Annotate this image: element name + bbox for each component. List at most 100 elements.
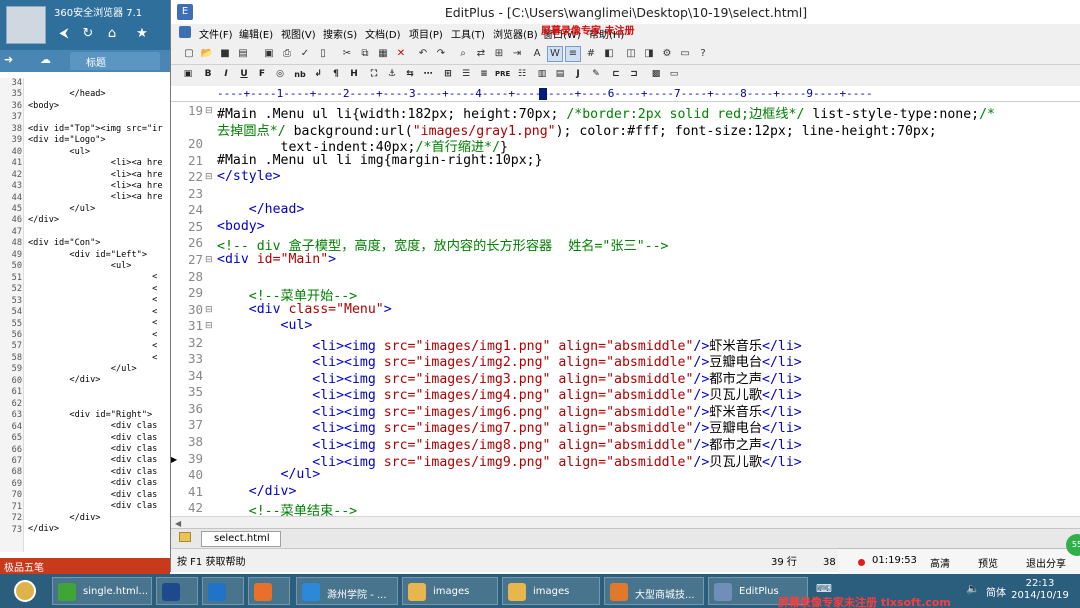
- spellcheck-icon[interactable]: ✓: [297, 46, 313, 62]
- hr-icon[interactable]: ⋯: [421, 68, 435, 82]
- code-line[interactable]: <div id="Main">: [217, 252, 336, 267]
- tools-icon[interactable]: ⚙: [659, 46, 675, 62]
- nbsp-icon[interactable]: nb: [293, 68, 307, 82]
- scroll-left-icon[interactable]: ◀: [175, 519, 181, 528]
- menu-item[interactable]: 编辑(E): [239, 26, 273, 41]
- find-icon[interactable]: ⌕: [455, 46, 471, 62]
- align-center-icon[interactable]: ☰: [459, 68, 473, 82]
- html-editor-icon[interactable]: ▣: [181, 68, 195, 82]
- word-wrap-icon[interactable]: W: [547, 46, 563, 62]
- align-left-icon[interactable]: ≡: [477, 68, 491, 82]
- code-line[interactable]: </style>: [217, 169, 281, 184]
- new-file-icon[interactable]: ▢: [181, 46, 197, 62]
- ruler-toggle-icon[interactable]: ≡: [565, 46, 581, 62]
- code-line[interactable]: </head>: [217, 202, 305, 217]
- paste-icon[interactable]: ▦: [375, 46, 391, 62]
- browser-tab[interactable]: [70, 52, 160, 70]
- css-icon[interactable]: ✎: [589, 68, 603, 82]
- div-icon[interactable]: ▥: [535, 68, 549, 82]
- taskbar-button[interactable]: single.html...: [52, 577, 152, 605]
- color-icon[interactable]: ◎: [273, 68, 287, 82]
- form-icon[interactable]: ⊐: [627, 68, 641, 82]
- font-icon[interactable]: A: [529, 46, 545, 62]
- favorite-star-icon[interactable]: ★: [134, 26, 150, 41]
- window-list-icon[interactable]: ▭: [677, 46, 693, 62]
- hd-button[interactable]: 高清: [930, 555, 950, 570]
- comment-icon[interactable]: ⇆: [403, 68, 417, 82]
- input-language[interactable]: 简体: [986, 584, 1006, 599]
- document-menu-icon[interactable]: [179, 26, 191, 38]
- bold-icon[interactable]: B: [201, 68, 215, 82]
- print-icon[interactable]: ⎙: [279, 46, 295, 62]
- table-icon[interactable]: ⊞: [441, 68, 455, 82]
- volume-icon[interactable]: 🔈: [966, 582, 980, 595]
- font-tag-icon[interactable]: F: [255, 68, 269, 82]
- code-line[interactable]: </div>: [217, 484, 297, 499]
- preview-button[interactable]: 预览: [978, 555, 998, 570]
- taskbar-button[interactable]: images: [502, 577, 600, 605]
- user-avatar[interactable]: [6, 6, 46, 44]
- fold-toggle-icon[interactable]: ⊟: [205, 321, 213, 331]
- horizontal-scrollbar[interactable]: ◀: [171, 516, 1080, 528]
- span-icon[interactable]: ▤: [553, 68, 567, 82]
- taskbar-button[interactable]: [156, 577, 198, 605]
- preview-pane-icon[interactable]: ▭: [667, 68, 681, 82]
- code-line[interactable]: <!--菜单结束-->: [217, 500, 357, 516]
- menu-item[interactable]: 文档(D): [365, 26, 401, 41]
- goto-icon[interactable]: ⇥: [509, 46, 525, 62]
- underline-icon[interactable]: U: [237, 68, 251, 82]
- taskbar-button[interactable]: 滁州学院 - ...: [296, 577, 398, 605]
- heading-icon[interactable]: H: [347, 68, 361, 82]
- anchor-icon[interactable]: ⚓: [385, 68, 399, 82]
- code-line[interactable]: <div class="Menu">: [217, 302, 392, 317]
- line-break-icon[interactable]: ↲: [311, 68, 325, 82]
- menu-item[interactable]: 项目(P): [409, 26, 443, 41]
- delete-icon[interactable]: ✕: [393, 46, 409, 62]
- code-editor[interactable]: 19 ⊟ #Main .Menu ul li{width:182px; height…: [171, 102, 1080, 516]
- back-icon[interactable]: ⮜: [56, 26, 72, 41]
- redo-icon[interactable]: ↷: [433, 46, 449, 62]
- undo-icon[interactable]: ↶: [415, 46, 431, 62]
- menu-item[interactable]: 视图(V): [281, 26, 316, 41]
- line-number-icon[interactable]: #: [583, 46, 599, 62]
- menu-item[interactable]: 工具(T): [451, 26, 485, 41]
- cut-icon[interactable]: ✂: [339, 46, 355, 62]
- help-icon[interactable]: ?: [695, 46, 711, 62]
- exit-share-button[interactable]: 退出分享: [1026, 555, 1066, 570]
- menu-item[interactable]: 搜索(S): [323, 26, 357, 41]
- fold-toggle-icon[interactable]: ⊟: [205, 305, 213, 315]
- code-line[interactable]: <ul>: [217, 318, 313, 333]
- open-file-icon[interactable]: 📂: [199, 46, 215, 62]
- find-in-files-icon[interactable]: ⊞: [491, 46, 507, 62]
- code-line[interactable]: #Main .Menu ul li img{margin-right:10px;…: [217, 153, 543, 168]
- pre-icon[interactable]: PRE: [495, 68, 510, 82]
- taskbar-button[interactable]: [202, 577, 244, 605]
- code-line[interactable]: <body>: [217, 219, 265, 234]
- image-tag-icon[interactable]: ⛶: [367, 68, 381, 82]
- window-cascade-icon[interactable]: ◨: [641, 46, 657, 62]
- browser-preview-icon[interactable]: ◧: [601, 46, 617, 62]
- javascript-icon[interactable]: J: [571, 68, 585, 82]
- window-tile-icon[interactable]: ◫: [623, 46, 639, 62]
- taskbar-button[interactable]: images: [402, 577, 498, 605]
- fold-toggle-icon[interactable]: ⊟: [205, 106, 213, 116]
- fold-toggle-icon[interactable]: ⊟: [205, 255, 213, 265]
- document-tab[interactable]: select.html: [201, 531, 281, 547]
- menu-item[interactable]: 文件(F): [199, 26, 233, 41]
- collapse-arrow-icon[interactable]: ➜: [4, 53, 13, 66]
- italic-icon[interactable]: I: [219, 68, 233, 82]
- refresh-icon[interactable]: ↻: [80, 26, 96, 41]
- print-preview-icon[interactable]: ▣: [261, 46, 277, 62]
- taskbar-button[interactable]: [248, 577, 290, 605]
- fold-toggle-icon[interactable]: ⊟: [205, 172, 213, 182]
- home-icon[interactable]: ⌂: [104, 26, 120, 41]
- replace-icon[interactable]: ⇄: [473, 46, 489, 62]
- color-picker-icon[interactable]: ▩: [649, 68, 663, 82]
- select-tag-icon[interactable]: ⊏: [609, 68, 623, 82]
- menu-item[interactable]: 浏览器(B): [493, 26, 538, 41]
- folder-icon[interactable]: [179, 532, 191, 542]
- save-icon[interactable]: ■: [217, 46, 233, 62]
- save-all-icon[interactable]: ▤: [235, 46, 251, 62]
- copy-icon[interactable]: ⧉: [357, 46, 373, 62]
- clock[interactable]: 22:13 2014/10/19: [1010, 578, 1070, 602]
